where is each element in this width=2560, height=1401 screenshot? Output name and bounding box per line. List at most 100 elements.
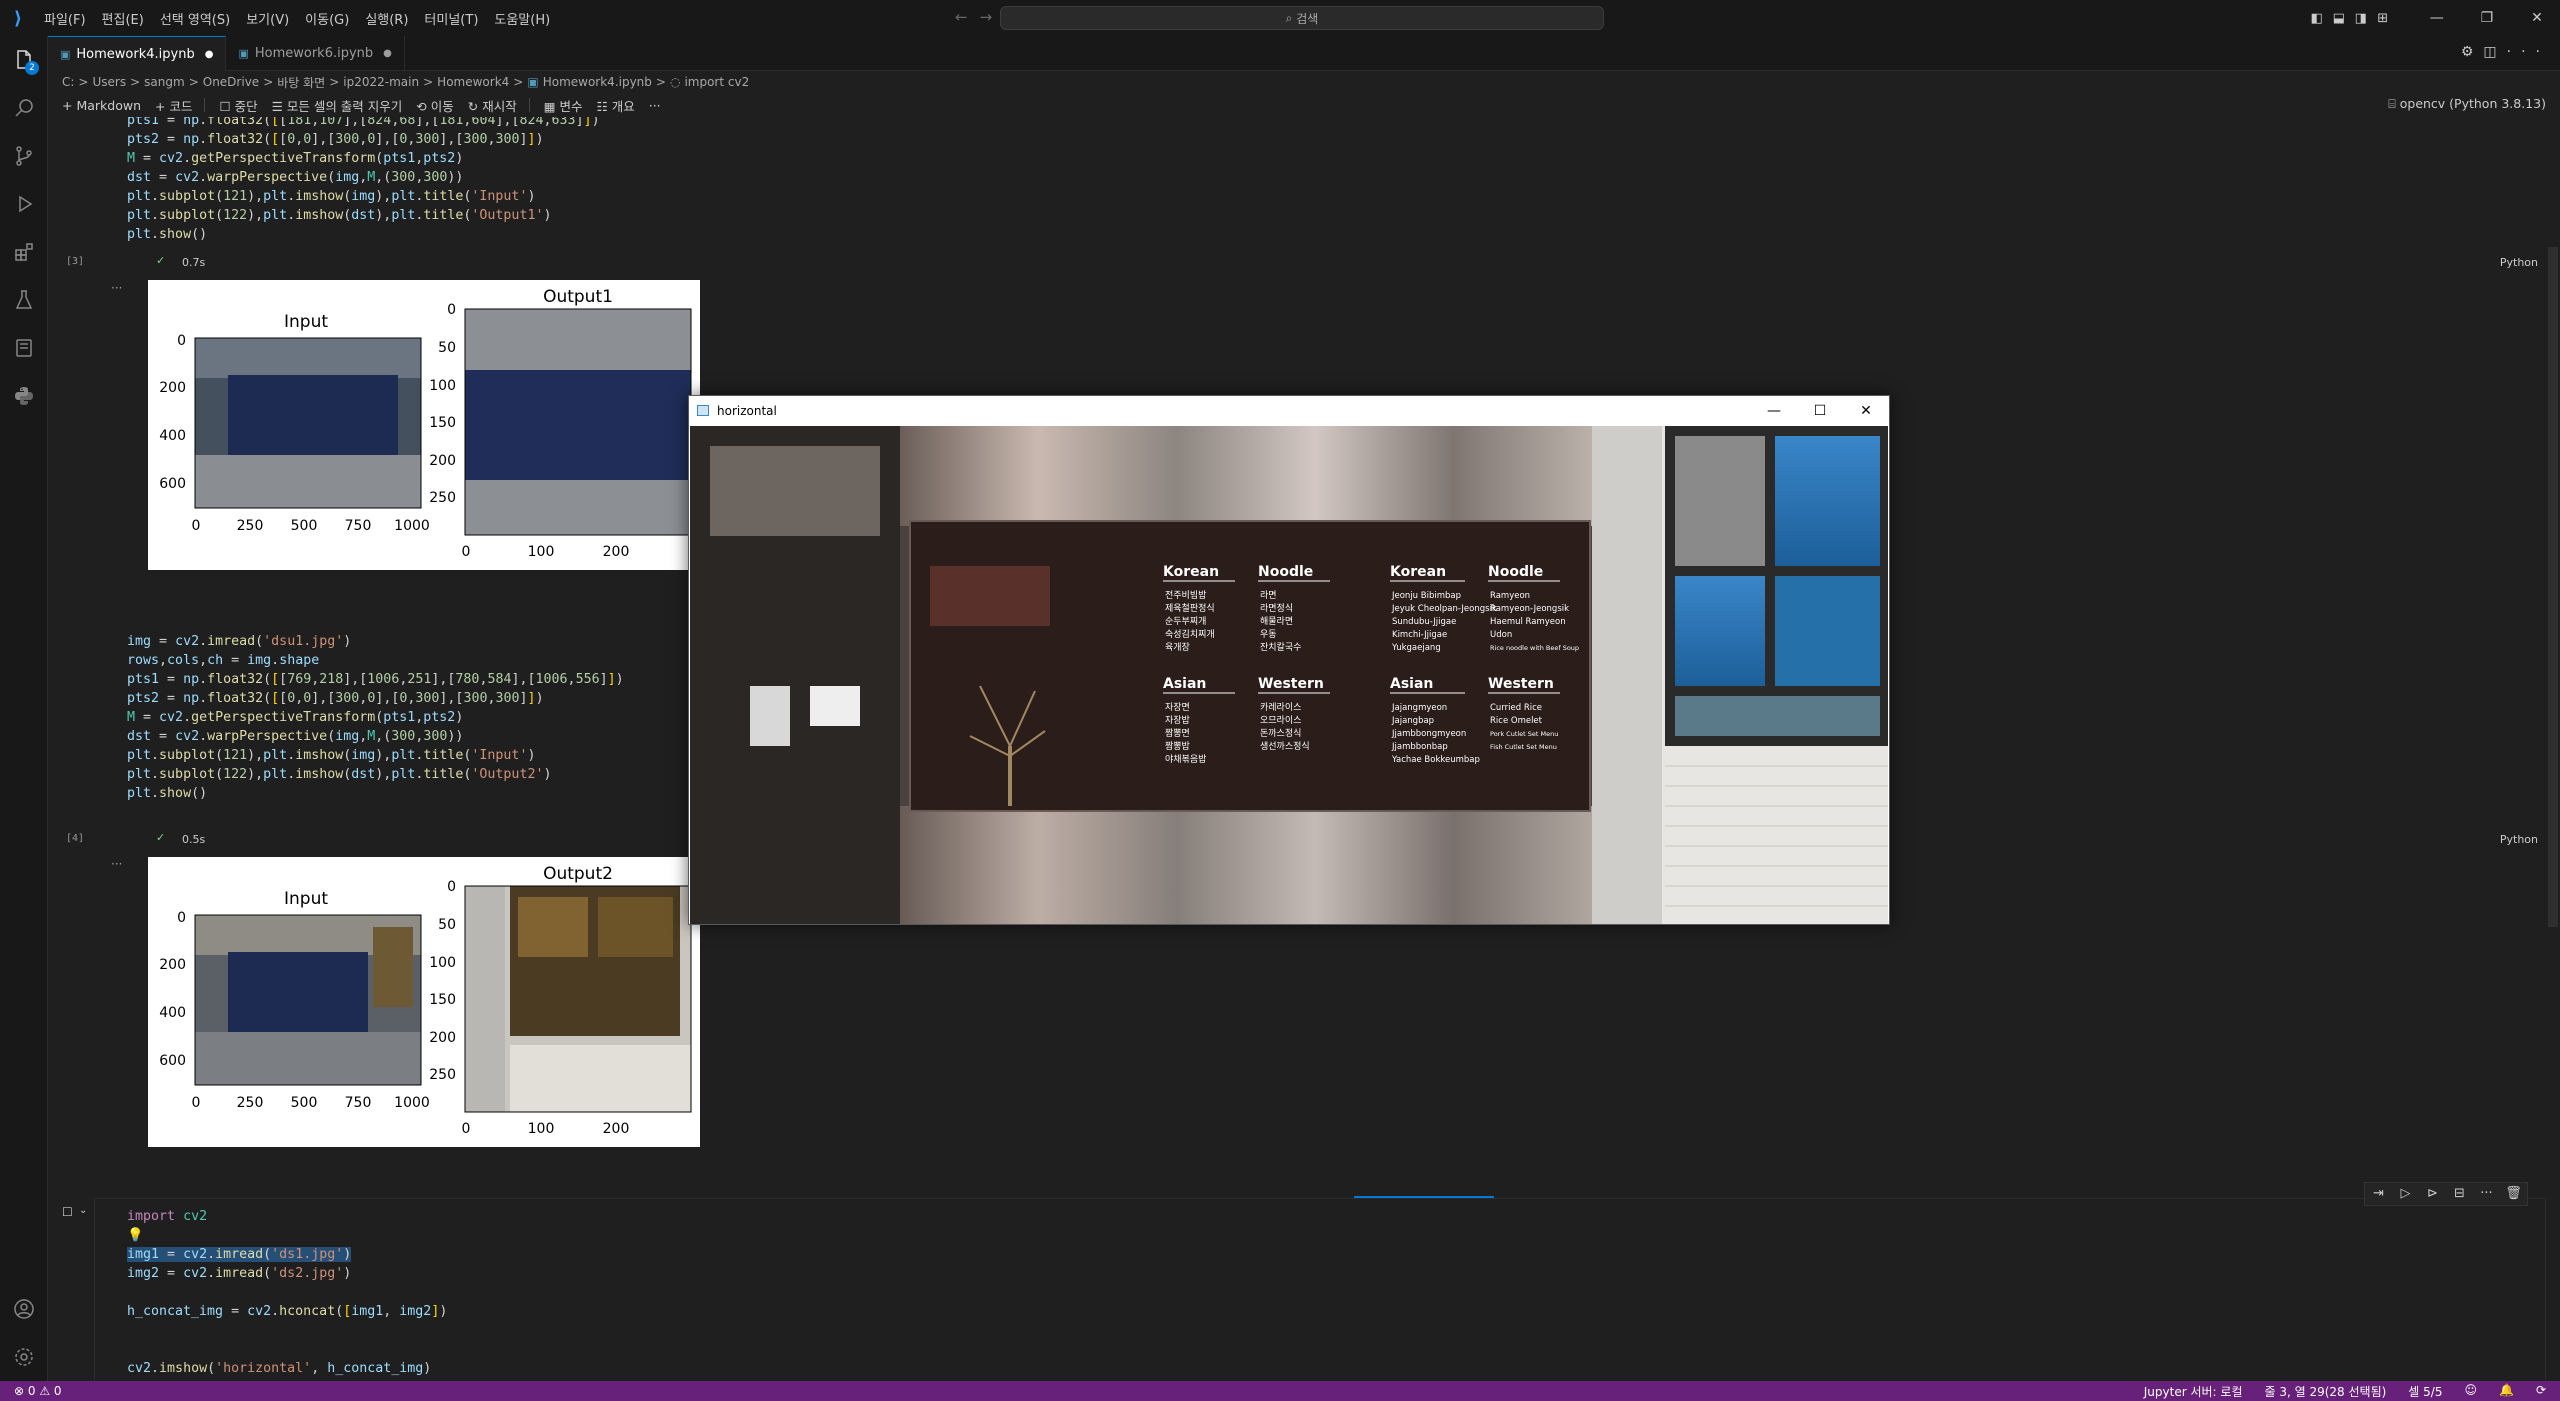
breadcrumb-item[interactable]: sangm — [144, 75, 185, 89]
python-icon[interactable] — [0, 372, 48, 420]
interrupt-icon[interactable]: ☐ 중단 — [219, 96, 257, 115]
opencv-window[interactable]: horizontal — ☐ ✕ Korean Noodle Asian Wes… — [688, 395, 1890, 925]
more-toolbar-icon[interactable]: ··· — [649, 98, 661, 113]
feedback-icon[interactable]: ☺ — [2464, 1383, 2477, 1400]
source-control-icon[interactable] — [0, 132, 48, 180]
breadcrumb-item[interactable]: 바탕 화면 — [277, 74, 325, 91]
run-cell-icon[interactable]: ☐ — [62, 1205, 73, 1219]
breadcrumb-item[interactable]: ip2022-main — [343, 75, 419, 89]
lightbulb-icon[interactable]: 💡 — [127, 1228, 144, 1243]
outline-button[interactable]: ☷ 개요 — [597, 96, 635, 115]
xtick: 500 — [291, 518, 318, 534]
menu-run[interactable]: 실행(R) — [357, 9, 416, 28]
cell-indicator[interactable]: 셀 5/5 — [2408, 1383, 2442, 1400]
menu-file[interactable]: 파일(F) — [36, 9, 94, 28]
scrollbar-thumb[interactable] — [2548, 247, 2558, 927]
code-cell-5[interactable]: import cv2 💡 img1 = cv2.imread('ds1.jpg'… — [127, 1207, 447, 1378]
menu-item: Yukgaejang — [1391, 643, 1441, 653]
menu-view[interactable]: 보기(V) — [238, 9, 297, 28]
breadcrumb-item[interactable]: import cv2 — [684, 75, 749, 89]
breadcrumb-item[interactable]: Users — [92, 75, 126, 89]
menu-selection[interactable]: 선택 영역(S) — [152, 9, 238, 28]
cursor-position[interactable]: 줄 3, 열 29(28 선택됨) — [2264, 1383, 2386, 1400]
split-editor-icon[interactable]: ◫ — [2483, 44, 2506, 60]
chevron-right-icon: > — [188, 75, 199, 89]
account-icon[interactable] — [0, 1285, 48, 1333]
chevron-right-icon: > — [423, 75, 434, 89]
back-arrow-icon[interactable]: ← — [955, 8, 980, 26]
minimize-icon[interactable]: — — [2414, 10, 2460, 26]
breadcrumb-item[interactable]: OneDrive — [203, 75, 259, 89]
output-more-icon[interactable]: ··· — [111, 857, 122, 871]
maximize-icon[interactable]: ☐ — [1797, 396, 1843, 426]
title-bar: ⟩ 파일(F) 편집(E) 선택 영역(S) 보기(V) 이동(G) 실행(R)… — [0, 0, 2560, 36]
toggle-secondary-sidebar-icon[interactable]: ◨ — [2350, 11, 2372, 26]
more-actions-icon[interactable]: ··· — [2507, 44, 2550, 60]
kernel-picker[interactable]: ⌸ opencv (Python 3.8.13) — [2388, 96, 2546, 112]
settings-gear-icon[interactable]: ⚙ — [2461, 44, 2484, 60]
menu-edit[interactable]: 편집(E) — [94, 9, 152, 28]
toggle-sidebar-icon[interactable]: ◧ — [2306, 11, 2328, 26]
ytick: 150 — [429, 415, 456, 431]
breadcrumb-item[interactable]: Homework4.ipynb — [543, 75, 652, 89]
plot-title-output1: Output1 — [543, 287, 613, 307]
problems-indicator[interactable]: ⊗ 0 ⚠ 0 — [14, 1384, 62, 1398]
tab-homework6[interactable]: ▣ Homework6.ipynb ● — [226, 36, 405, 71]
delete-cell-icon[interactable]: 🗑 — [2500, 1183, 2527, 1205]
minimize-icon[interactable]: — — [1751, 396, 1797, 426]
restore-icon[interactable]: ❐ — [2464, 10, 2510, 26]
menu-go[interactable]: 이동(G) — [297, 9, 357, 28]
menu-item: 짬뽕면 — [1165, 728, 1190, 739]
clear-outputs-button[interactable]: ☰ 모든 셀의 출력 지우기 — [272, 96, 403, 115]
add-markdown-button[interactable]: + Markdown — [62, 98, 141, 113]
run-debug-icon[interactable] — [0, 180, 48, 228]
output-more-icon[interactable]: ··· — [111, 281, 122, 295]
menu-item: Jeonju Bibimbap — [1391, 591, 1461, 601]
run-below-icon[interactable]: ⊳ — [2419, 1183, 2446, 1205]
goto-label: 이동 — [430, 98, 454, 114]
jupyter-icon[interactable] — [0, 324, 48, 372]
search-icon[interactable] — [0, 84, 48, 132]
close-icon[interactable]: ✕ — [1843, 396, 1889, 426]
more-actions-icon[interactable]: ··· — [2473, 1183, 2500, 1205]
menu-terminal[interactable]: 터미널(T) — [416, 9, 486, 28]
notebook-scrollbar[interactable] — [2546, 117, 2560, 1381]
variables-button[interactable]: ▦ 변수 — [544, 96, 583, 115]
tab-homework4[interactable]: ▣ Homework4.ipynb ● — [48, 36, 227, 71]
close-icon[interactable]: ✕ — [2514, 10, 2560, 26]
cell-language[interactable]: Python — [2500, 833, 2538, 846]
code-cell-3[interactable]: pts1 = np.float32([[181,107],[824,68],[1… — [127, 117, 600, 244]
ytick: 200 — [159, 380, 186, 396]
notifications-bell-icon[interactable]: 🔔 — [2499, 1383, 2514, 1400]
opencv-window-titlebar[interactable]: horizontal — ☐ ✕ — [689, 396, 1889, 426]
goto-button[interactable]: ⟲ 이동 — [416, 96, 453, 115]
menu-item: Rice noodle with Beef Soup — [1490, 644, 1579, 652]
unsaved-dot-icon[interactable]: ● — [205, 49, 214, 60]
testing-icon[interactable] — [0, 276, 48, 324]
chevron-right-icon: > — [655, 75, 666, 89]
unsaved-dot-icon[interactable]: ● — [383, 48, 392, 59]
cell-language[interactable]: Python — [2500, 256, 2538, 269]
breadcrumb-item[interactable]: Homework4 — [437, 75, 509, 89]
menu-heading: Asian — [1390, 676, 1433, 692]
code-cell-4[interactable]: img = cv2.imread('dsu1.jpg') rows,cols,c… — [127, 632, 624, 803]
breadcrumb-item[interactable]: C: — [62, 75, 74, 89]
jupyter-server-status[interactable]: Jupyter 서버: 로컬 — [2144, 1383, 2243, 1400]
customize-layout-icon[interactable]: ⊞ — [2372, 11, 2394, 26]
menu-help[interactable]: 도움말(H) — [486, 9, 558, 28]
split-cell-icon[interactable]: ⊟ — [2446, 1183, 2473, 1205]
xtick: 250 — [237, 1095, 264, 1111]
chevron-down-icon[interactable]: ⌄ — [79, 1205, 87, 1216]
run-above-icon[interactable]: ⇥ — [2365, 1183, 2392, 1205]
manage-gear-icon[interactable] — [0, 1333, 48, 1381]
toggle-panel-icon[interactable]: ⬓ — [2328, 11, 2350, 26]
sync-icon[interactable]: ⟳ — [2536, 1383, 2546, 1400]
add-code-button[interactable]: + 코드 — [155, 96, 192, 115]
explorer-icon[interactable]: 2 — [0, 36, 48, 84]
restart-button[interactable]: ↻ 재시작 — [468, 96, 517, 115]
command-center-search[interactable]: ⌕ 검색 — [1000, 6, 1604, 30]
run-cell-icon[interactable]: ▷ — [2392, 1183, 2419, 1205]
menu-item: Haemul Ramyeon — [1490, 617, 1566, 627]
extensions-icon[interactable] — [0, 228, 48, 276]
search-placeholder: 검색 — [1296, 11, 1319, 26]
